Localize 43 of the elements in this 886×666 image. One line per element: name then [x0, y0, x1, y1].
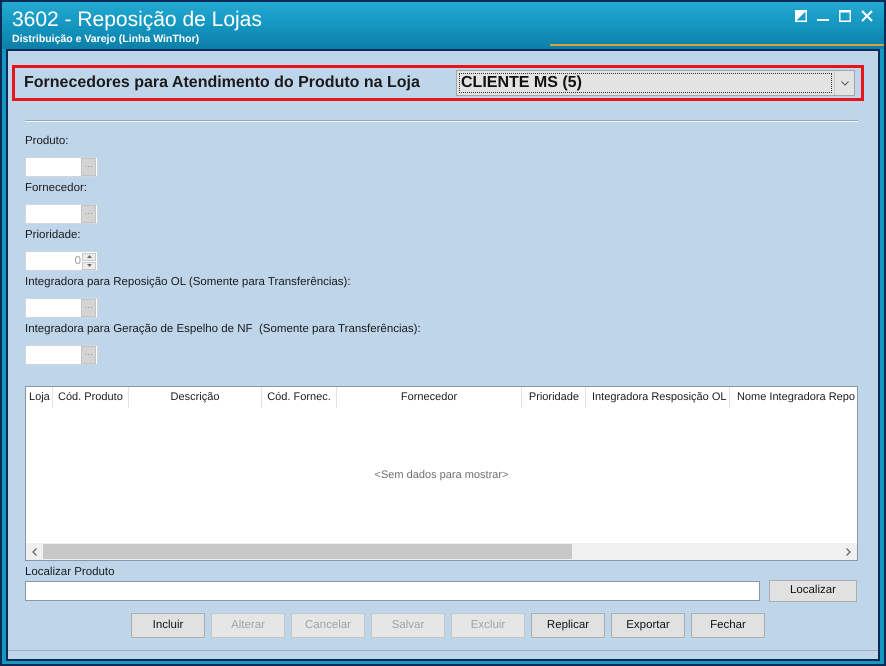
search-field[interactable]: [25, 581, 760, 601]
column-header[interactable]: Cód. Produto: [53, 387, 129, 408]
column-header[interactable]: Integradora Resposição OL: [586, 387, 730, 408]
field-label: Fornecedor:: [25, 181, 88, 195]
close-icon[interactable]: [861, 10, 873, 22]
search-button[interactable]: Localizar: [769, 580, 857, 602]
caret-down-icon: [86, 264, 92, 267]
scrollbar-thumb[interactable]: [43, 544, 572, 559]
column-header[interactable]: Prioridade: [522, 387, 586, 408]
action-button[interactable]: Exportar: [611, 613, 685, 638]
field-label: Produto:: [25, 134, 68, 148]
store-label: Fornecedores para Atendimento do Produto na Loja: [24, 73, 420, 93]
column-header[interactable]: Nome Integradora Repo: [730, 387, 857, 408]
column-header[interactable]: Loja: [26, 387, 53, 408]
field-label: Integradora para Geração de Espelho de NF (Somente para Transferências):: [25, 322, 421, 336]
lookup-field[interactable]: [25, 345, 98, 365]
empty-message: <Sem dados para mostrar>: [374, 468, 508, 484]
window-title: 3602 - Reposição de Lojas: [12, 8, 262, 32]
column-header[interactable]: Fornecedor: [337, 387, 522, 408]
field-label: Integradora para Reposição OL (Somente para Transferências):: [25, 275, 351, 289]
action-button[interactable]: Fechar: [691, 613, 765, 638]
field-value: 0: [74, 254, 81, 268]
selected-value: CLIENTE MS (5): [459, 73, 832, 93]
spin-up-button[interactable]: [82, 252, 96, 260]
column-header[interactable]: Cód. Fornec.: [262, 387, 337, 408]
lookup-field[interactable]: [25, 204, 98, 224]
lookup-field[interactable]: [25, 298, 98, 318]
scroll-right-icon[interactable]: [846, 548, 851, 556]
window-subtitle: Distribuição e Varejo (Linha WinThor): [12, 33, 200, 46]
scroll-left-icon[interactable]: [32, 548, 37, 556]
store-dropdown[interactable]: CLIENTE MS (5): [456, 70, 855, 96]
column-header[interactable]: Descrição: [129, 387, 262, 408]
half-filled-square-icon[interactable]: [795, 10, 807, 22]
horizontal-scrollbar[interactable]: [26, 543, 857, 560]
search-label: Localizar Produto: [25, 565, 114, 579]
chevron-down-icon: [840, 80, 848, 86]
maximize-icon[interactable]: [839, 10, 851, 22]
lookup-field[interactable]: [25, 157, 98, 177]
caret-up-icon: [86, 255, 92, 258]
action-button[interactable]: Incluir: [131, 613, 205, 638]
action-button[interactable]: Replicar: [531, 613, 605, 638]
spin-down-button[interactable]: [82, 262, 96, 270]
field-label: Prioridade:: [25, 228, 81, 242]
